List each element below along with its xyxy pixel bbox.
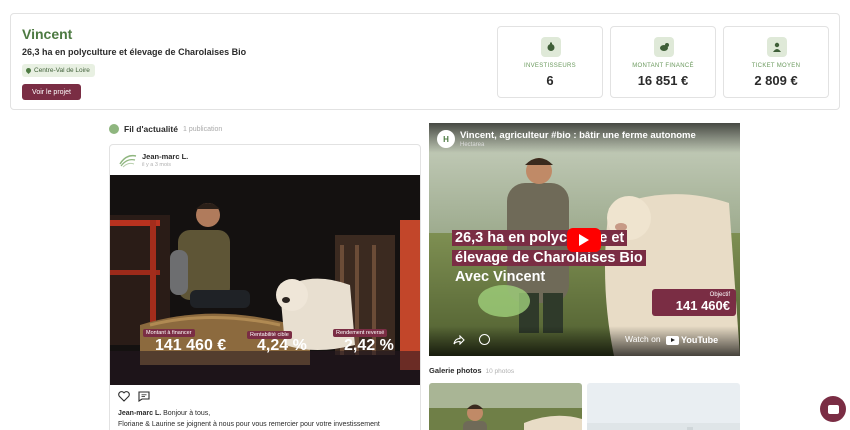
gallery-count: 10 photos	[485, 368, 515, 375]
feed-header: Fil d'actualité 1 publication	[109, 124, 222, 134]
feed-count: 1 publication	[182, 125, 223, 133]
youtube-video[interactable]: H Vincent, agriculteur #bio : bâtir une …	[429, 123, 740, 356]
yield-value: 2,42 %	[344, 337, 394, 354]
project-name: Vincent	[22, 26, 73, 42]
yield-label: Rendement reversé	[333, 329, 388, 337]
feed-icon	[109, 124, 119, 134]
play-icon	[579, 234, 589, 246]
money-icon	[654, 37, 674, 57]
post-image[interactable]: Montant à financer 141 460 € Rentabilité…	[110, 175, 420, 385]
objective-label: Objectif	[709, 292, 730, 298]
video-title[interactable]: Vincent, agriculteur #bio : bâtir une fe…	[460, 130, 735, 141]
ticket-icon	[767, 37, 787, 57]
location-tag: Centre-Val de Loire	[22, 64, 95, 77]
chat-button[interactable]	[820, 396, 846, 422]
watch-on-label[interactable]: Watch on	[625, 334, 661, 344]
stat-funded-amount: MONTANT FINANCÉ 16 851 €	[610, 26, 716, 98]
investors-icon	[541, 37, 561, 57]
feed-title: Fil d'actualité	[124, 124, 178, 134]
post-time: il y a 3 mois	[142, 162, 172, 168]
gallery-photo	[587, 383, 740, 430]
channel-logo-icon[interactable]: H	[437, 130, 455, 148]
post-text: Jean-marc L. Bonjour à tous, Floriane & …	[118, 408, 418, 430]
video-caption-line3: Avec Vincent	[455, 269, 546, 285]
heart-icon[interactable]	[118, 390, 130, 402]
post-actions	[118, 390, 150, 402]
project-subtitle: 26,3 ha en polyculture et élevage de Cha…	[22, 47, 247, 57]
comment-icon[interactable]	[138, 390, 150, 402]
share-icon[interactable]	[453, 335, 465, 345]
stat-label: INVESTISSEURS	[524, 63, 576, 69]
post-card: Jean-marc L. il y a 3 mois Montant à fin…	[109, 144, 421, 430]
youtube-logo[interactable]: YouTube	[666, 335, 718, 345]
stat-average-ticket: TICKET MOYEN 2 809 €	[723, 26, 829, 98]
view-project-button[interactable]: Voir le projet	[22, 84, 81, 100]
objective-value: 141 460€	[675, 298, 730, 313]
author-logo-icon	[119, 154, 137, 168]
play-button[interactable]	[567, 228, 601, 252]
gallery-title: Galerie photos	[429, 366, 482, 375]
youtube-label: YouTube	[681, 335, 719, 345]
stat-label: MONTANT FINANCÉ	[632, 63, 694, 69]
amount-label: Montant à financer	[143, 329, 195, 337]
amount-value: 141 460 €	[155, 337, 227, 354]
post-text-author: Jean-marc L.	[118, 410, 162, 417]
gallery-thumbnail[interactable]	[587, 383, 740, 430]
gallery-photo	[429, 383, 582, 430]
post-text-body: Floriane & Laurine se joignent à nous po…	[118, 421, 380, 428]
stat-investors: INVESTISSEURS 6	[497, 26, 603, 98]
post-author[interactable]: Jean-marc L.	[142, 152, 188, 161]
stat-value: 16 851 €	[637, 73, 689, 88]
rentability-value: 4,24 %	[257, 337, 307, 354]
location-pin-icon	[24, 66, 33, 75]
gallery-header: Galerie photos 10 photos	[429, 366, 514, 375]
youtube-logo-icon	[666, 335, 679, 345]
video-channel: Hectarea	[460, 142, 485, 148]
post-text-greeting: Bonjour à tous,	[163, 410, 211, 417]
stat-value: 6	[546, 73, 554, 88]
objective-box: Objectif 141 460€	[652, 289, 736, 316]
gallery-thumbnail[interactable]	[429, 383, 582, 430]
location-label: Centre-Val de Loire	[34, 67, 90, 74]
stat-label: TICKET MOYEN	[751, 63, 801, 69]
project-card: Vincent 26,3 ha en polyculture et élevag…	[10, 13, 840, 110]
watch-later-icon[interactable]	[479, 334, 490, 345]
stat-value: 2 809 €	[754, 73, 798, 88]
chat-icon	[827, 404, 839, 414]
video-caption-line2: élevage de Charolaises Bio	[452, 250, 646, 266]
